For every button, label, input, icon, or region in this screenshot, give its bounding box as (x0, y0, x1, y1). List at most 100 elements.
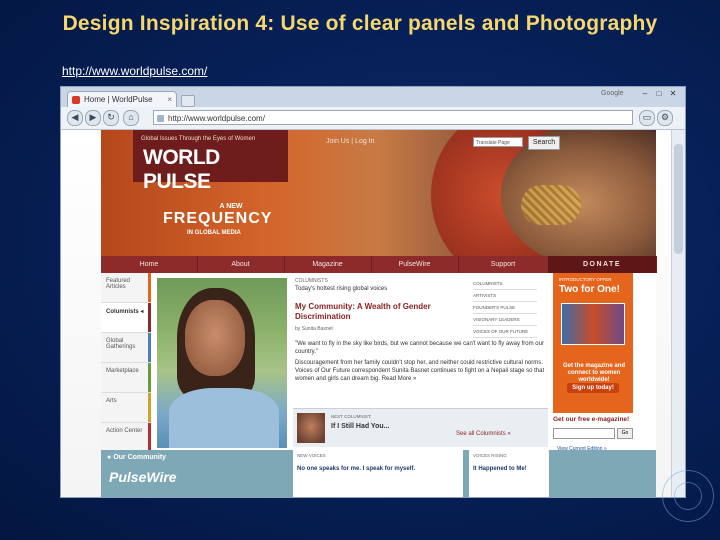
article-title[interactable]: My Community: A Wealth of Gender Discrim… (295, 302, 455, 322)
maximize-button[interactable]: □ (653, 89, 665, 99)
sidebar-label: Arts (106, 398, 117, 404)
close-tab-icon[interactable]: × (167, 92, 172, 107)
sidebar-item-featured[interactable]: Featured Articles (101, 273, 151, 303)
columnist-photo[interactable] (157, 278, 287, 448)
voices-rising-box[interactable]: VOICES RISING It Happened to Me! (469, 450, 549, 497)
sidebar-label: Action Center (106, 428, 143, 434)
next-thumbnail[interactable] (297, 413, 325, 443)
see-all-columnists-link[interactable]: See all Columnists » (456, 431, 511, 437)
sidebar-accent (148, 363, 151, 392)
pulsewire-logo[interactable]: PulseWire (109, 469, 177, 485)
wrench-icon[interactable]: ⚙ (657, 110, 673, 126)
reload-icon[interactable]: ↻ (103, 110, 119, 126)
page-menu-icon[interactable]: ▭ (639, 110, 655, 126)
site-nav: Home About Magazine PulseWire Support DO… (101, 256, 657, 273)
back-icon[interactable]: ◀ (67, 110, 83, 126)
link-columnists[interactable]: COLUMNISTS (473, 278, 537, 290)
magazine-covers (561, 303, 625, 345)
translate-select[interactable]: Translate Page (473, 137, 523, 147)
forward-icon[interactable]: ▶ (85, 110, 101, 126)
email-field[interactable] (553, 428, 615, 439)
slide-title: Design Inspiration 4: Use of clear panel… (62, 12, 658, 35)
new-tab-button[interactable] (181, 95, 195, 107)
nav-pulsewire[interactable]: PulseWire (371, 256, 459, 273)
nav-home[interactable]: Home (101, 256, 198, 273)
signup-button[interactable]: Sign up today! (567, 383, 619, 393)
article-byline: by Sunita Basnet (295, 326, 333, 332)
community-panel: ● Our Community PulseWire NEW VOICES No … (101, 450, 656, 497)
voices-rising-label: VOICES RISING (473, 453, 507, 458)
community-heading: ● Our Community (107, 454, 167, 461)
go-button[interactable]: Go (617, 428, 633, 439)
link-visionary-leaders[interactable]: VISIONARY LEADERS (473, 314, 537, 326)
logo-name: WORLD PULSE (143, 146, 220, 193)
tab-title: Home | WorldPulse (84, 95, 153, 104)
columns-sub: Today's hottest rising global voices (295, 286, 388, 292)
join-login-links[interactable]: Join Us | Log In (326, 138, 375, 145)
voices-rising-text: It Happened to Me! (473, 466, 527, 472)
sidebar-accent (148, 393, 151, 422)
hero-jewelry (521, 185, 581, 225)
close-window-button[interactable]: ✕ (667, 89, 679, 99)
next-columnist-bar: NEXT COLUMNIST: If I Still Had You... Se… (293, 408, 548, 447)
browser-toolbar: ◀ ▶ ↻ ⌂ http://www.worldpulse.com/ ▭ ⚙ (61, 107, 685, 130)
promo-intro: INTRODUCTORY OFFER (559, 277, 612, 282)
article-quote: "We want to fly in the sky like birds, b… (295, 341, 544, 355)
nav-donate[interactable]: DONATE (548, 256, 657, 273)
slide-link[interactable]: http://www.worldpulse.com/ (62, 64, 207, 78)
sidebar-item-columnists[interactable]: Columnists ◂ (101, 303, 151, 333)
link-artivists[interactable]: ARTIVISTS (473, 290, 537, 302)
hero-subline: IN GLOBAL MEDIA (187, 230, 241, 236)
scroll-thumb[interactable] (674, 144, 683, 254)
hero-headline: FREQUENCY (163, 210, 273, 227)
website: Global Issues Through the Eyes of Women … (101, 130, 657, 497)
sidebar-item-gatherings[interactable]: Global Gatherings (101, 333, 151, 363)
minimize-button[interactable]: – (639, 89, 651, 99)
search-button[interactable]: Search (528, 136, 560, 150)
nav-magazine[interactable]: Magazine (284, 256, 372, 273)
sidebar-accent (148, 273, 151, 302)
columns-label: COLUMNISTS (295, 278, 328, 284)
community-heading-text: Our Community (113, 454, 167, 461)
sidebar-accent (148, 303, 151, 332)
home-icon[interactable]: ⌂ (123, 110, 139, 126)
sidebar-item-action[interactable]: Action Center (101, 423, 151, 453)
hero-small-text: A NEW (219, 203, 243, 210)
browser-tab[interactable]: Home | WorldPulse × (67, 91, 177, 107)
browser-window: Home | WorldPulse × Google – □ ✕ ◀ ▶ ↻ ⌂… (60, 86, 686, 498)
new-voices-box[interactable]: NEW VOICES No one speaks for me. I speak… (293, 450, 463, 497)
site-logo[interactable]: Global Issues Through the Eyes of Women … (133, 130, 288, 193)
sidebar-label: Columnists (106, 309, 139, 315)
page-viewport: Global Issues Through the Eyes of Women … (61, 130, 671, 497)
sidebar-accent (148, 333, 151, 362)
next-title[interactable]: If I Still Had You... (331, 423, 389, 430)
address-text: http://www.worldpulse.com/ (168, 114, 265, 123)
new-voices-label: NEW VOICES (297, 453, 326, 458)
sidebar-label: Marketplace (106, 368, 139, 374)
photo-shirt (169, 388, 279, 448)
sidebar-label: Featured Articles (106, 278, 131, 290)
next-label: NEXT COLUMNIST: (331, 414, 372, 419)
nav-support[interactable]: Support (458, 256, 549, 273)
address-bar[interactable]: http://www.worldpulse.com/ (153, 110, 633, 125)
browser-brand: Google (601, 90, 624, 97)
sidebar-item-marketplace[interactable]: Marketplace (101, 363, 151, 393)
hero-banner: Global Issues Through the Eyes of Women … (101, 130, 656, 256)
scrollbar[interactable] (671, 130, 685, 497)
logo-tagline: Global Issues Through the Eyes of Women (141, 136, 256, 142)
link-voices-of-our-future[interactable]: VOICES OF OUR FUTURE (473, 326, 537, 338)
sidebar-label: Global Gatherings (106, 338, 136, 350)
article-body: Discouragement from her family couldn't … (295, 360, 545, 382)
free-magazine-label: Get our free e-magazine! (553, 416, 630, 423)
nav-about[interactable]: About (197, 256, 285, 273)
new-voices-text: No one speaks for me. I speak for myself… (297, 466, 416, 472)
decorative-ring (674, 482, 702, 510)
page-icon (157, 115, 164, 122)
photo-face (185, 300, 245, 376)
tab-bar: Home | WorldPulse × Google – □ ✕ (61, 87, 685, 107)
promo-text: Get the magazine and connect to women wo… (562, 363, 625, 383)
sidebar-item-arts[interactable]: Arts (101, 393, 151, 423)
sidebar: Featured Articles Columnists ◂ Global Ga… (101, 273, 151, 453)
magazine-promo[interactable]: INTRODUCTORY OFFER Two for One! Get the … (553, 273, 633, 413)
link-founders-pulse[interactable]: FOUNDER'S PULSE (473, 302, 537, 314)
